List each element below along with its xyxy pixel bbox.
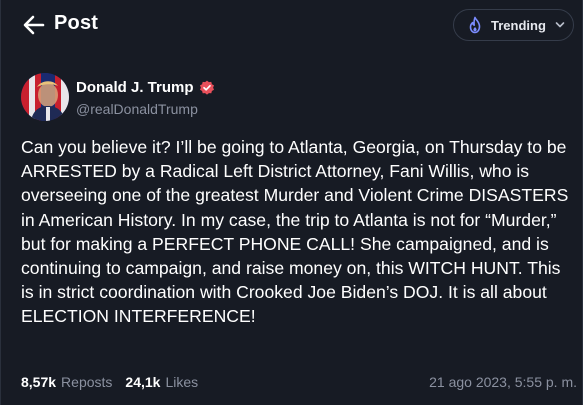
- avatar-image: [21, 73, 69, 121]
- post-stats: 8,57k Reposts 24,1k Likes: [21, 374, 211, 390]
- back-button[interactable]: [21, 13, 47, 37]
- feed-selector-label: Trending: [491, 17, 546, 33]
- likes-count: 24,1k: [125, 374, 161, 390]
- feed-selector-button[interactable]: Trending: [453, 9, 574, 41]
- post-text: Can you believe it? I’ll be going to Atl…: [21, 137, 569, 327]
- page-title: Post: [54, 12, 99, 34]
- author-name-text: Donald J. Trump: [76, 79, 194, 96]
- author-display-name[interactable]: Donald J. Trump: [76, 79, 215, 96]
- chevron-down-icon: [555, 22, 565, 28]
- arrow-left-icon: [23, 15, 45, 35]
- likes-label: Likes: [165, 374, 199, 390]
- flame-icon: [469, 16, 481, 34]
- page-header: Post Trending: [1, 0, 582, 50]
- avatar[interactable]: [21, 73, 69, 121]
- reposts-count: 8,57k: [21, 374, 57, 390]
- post-timestamp[interactable]: 21 ago 2023, 5:55 p. m.: [429, 374, 577, 390]
- author-handle[interactable]: @realDonaldTrump: [76, 101, 198, 117]
- post-author: Donald J. Trump @realDonaldTrump: [21, 73, 421, 121]
- verified-badge-icon: [199, 80, 214, 95]
- reposts-label: Reposts: [61, 374, 113, 390]
- post-view: Post Trending Donald J. Trump @realDonal…: [0, 0, 583, 405]
- likes-stat[interactable]: 24,1k Likes: [125, 374, 198, 390]
- reposts-stat[interactable]: 8,57k Reposts: [21, 374, 112, 390]
